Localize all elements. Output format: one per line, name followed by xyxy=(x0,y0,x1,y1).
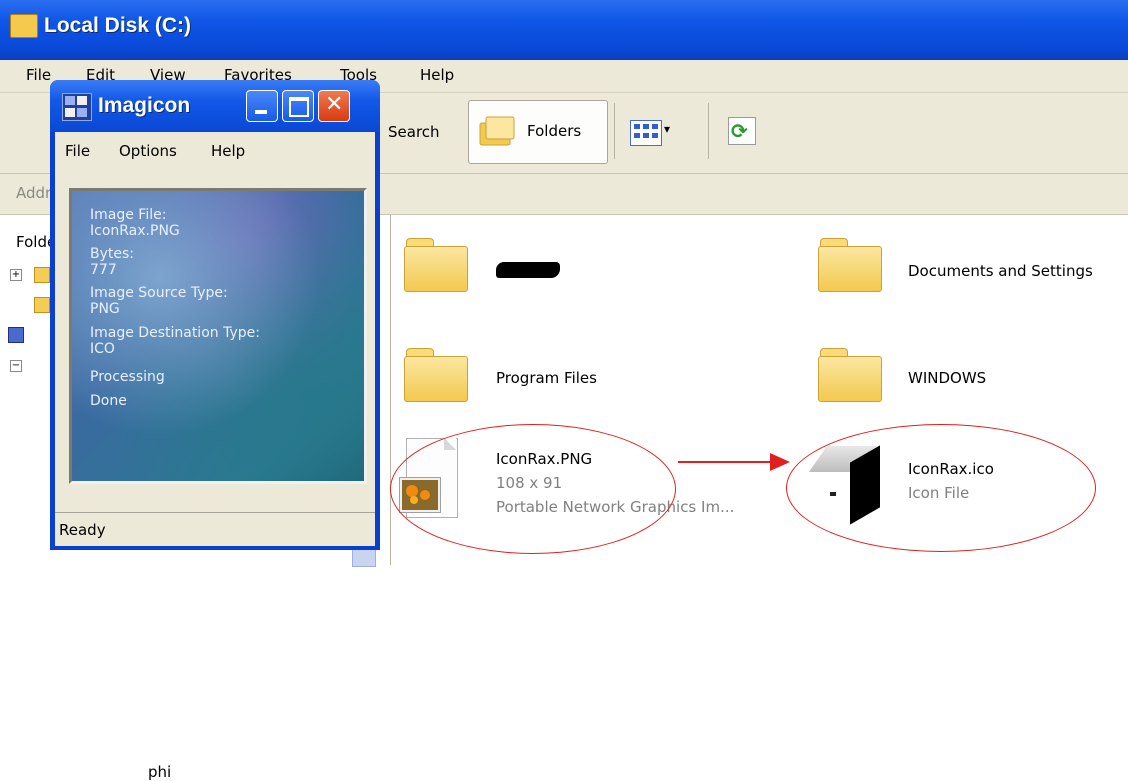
label-image-file: Image File: xyxy=(90,207,167,223)
chevron-down-icon: ▾ xyxy=(664,122,671,136)
menu-file[interactable]: File xyxy=(26,66,51,84)
maximize-icon xyxy=(289,97,309,117)
status-done: Done xyxy=(90,393,127,409)
label-destination-type: Image Destination Type: xyxy=(90,325,260,341)
annotation-ellipse xyxy=(390,424,676,554)
label-bytes: Bytes: xyxy=(90,246,135,262)
value-image-file: IconRax.PNG xyxy=(90,223,180,239)
refresh-icon: ⟳ xyxy=(728,117,756,145)
annotation-ellipse xyxy=(786,424,1096,552)
imagicon-title: Imagicon xyxy=(98,94,191,117)
views-button[interactable]: ▾ xyxy=(626,100,698,162)
item-documents-and-settings[interactable]: Documents and Settings xyxy=(908,262,1093,280)
toolbar-separator xyxy=(708,103,709,159)
maximize-button[interactable] xyxy=(282,90,314,122)
folder-icon xyxy=(10,14,38,38)
folders-button[interactable]: Folders xyxy=(468,100,608,164)
value-source-type: PNG xyxy=(90,301,120,317)
imagicon-title-bar[interactable]: Imagicon ✕ xyxy=(50,80,380,132)
tree-folder-icon xyxy=(34,267,50,283)
label-source-type: Image Source Type: xyxy=(90,285,228,301)
minimize-icon xyxy=(255,110,267,114)
views-icon xyxy=(630,120,662,146)
close-icon: ✕ xyxy=(325,92,344,117)
imagicon-status-bar: Ready xyxy=(55,512,375,546)
tree-folder-icon xyxy=(34,297,50,313)
annotation-arrow-head xyxy=(770,453,790,471)
refresh-button[interactable]: ⟳ xyxy=(722,100,762,162)
tree-item-phi[interactable]: phi xyxy=(148,763,171,781)
explorer-title: Local Disk (C:) xyxy=(44,14,192,37)
folder-icon[interactable] xyxy=(404,348,468,402)
annotation-arrow xyxy=(678,461,782,463)
minimize-button[interactable] xyxy=(246,90,278,122)
imagicon-menu-help[interactable]: Help xyxy=(211,142,245,160)
item-windows[interactable]: WINDOWS xyxy=(908,369,986,387)
folders-label: Folders xyxy=(527,122,582,140)
collapse-icon[interactable]: − xyxy=(10,360,22,372)
imagicon-menu-file[interactable]: File xyxy=(65,142,90,160)
search-button[interactable]: Search xyxy=(388,123,440,141)
status-processing: Processing xyxy=(90,369,165,385)
imagicon-window: Imagicon ✕ File Options Help Image File:… xyxy=(50,80,380,550)
close-button[interactable]: ✕ xyxy=(318,90,350,122)
value-destination-type: ICO xyxy=(90,341,115,357)
explorer-title-bar[interactable]: Local Disk (C:) xyxy=(0,0,1128,60)
value-bytes: 777 xyxy=(90,262,117,278)
toolbar-separator xyxy=(614,103,615,159)
network-icon xyxy=(8,327,24,343)
imagicon-menu-options[interactable]: Options xyxy=(119,142,177,160)
imagicon-client: File Options Help Image File: IconRax.PN… xyxy=(55,132,375,546)
folder-icon[interactable] xyxy=(818,238,882,292)
folder-icon[interactable] xyxy=(818,348,882,402)
imagicon-info-panel: Image File: IconRax.PNG Bytes: 777 Image… xyxy=(69,188,367,484)
menu-help[interactable]: Help xyxy=(420,66,454,84)
item-program-files[interactable]: Program Files xyxy=(496,369,597,387)
imagicon-app-icon xyxy=(62,93,92,121)
status-text: Ready xyxy=(59,521,106,539)
folders-icon xyxy=(479,116,515,146)
redacted-folder-name xyxy=(496,262,560,278)
expand-icon[interactable]: + xyxy=(10,269,22,281)
imagicon-menubar: File Options Help xyxy=(55,132,375,168)
folder-icon[interactable] xyxy=(404,238,468,292)
